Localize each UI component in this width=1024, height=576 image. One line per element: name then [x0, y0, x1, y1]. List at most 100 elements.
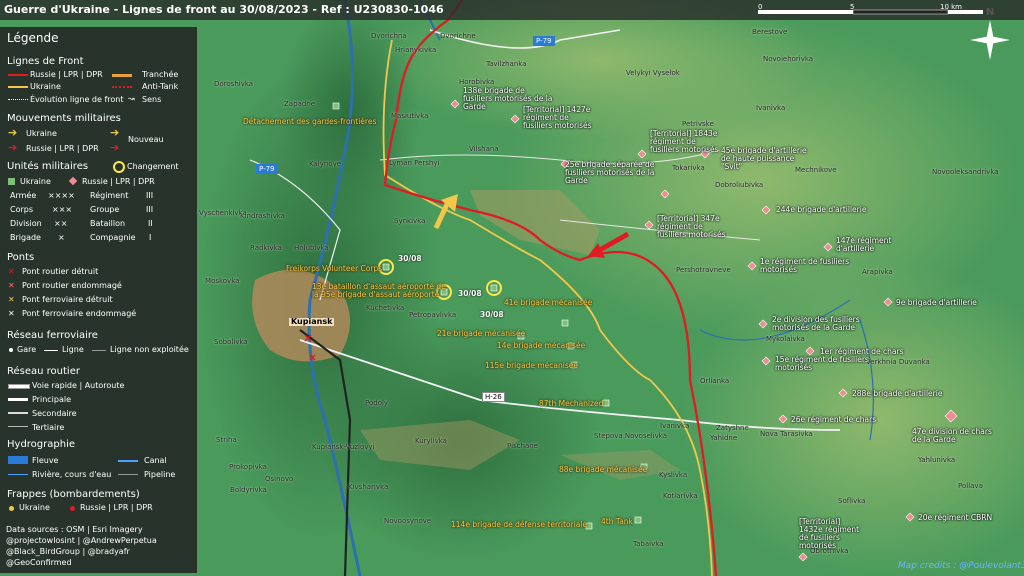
stream-swatch: [8, 474, 28, 475]
place-label: Novooleksandrivka: [932, 168, 999, 176]
russia-line-swatch: [8, 74, 28, 76]
evolution-swatch: [8, 99, 28, 100]
legend-roads-heading: Réseau routier: [7, 366, 80, 377]
place-label: Vilshana: [469, 145, 499, 153]
place-label: Hrianykivka: [395, 46, 437, 54]
city-label-kupiansk: Kupiansk: [289, 317, 335, 326]
ukraine-line-swatch: [8, 86, 28, 88]
legend-evolution: Évolution ligne de front: [30, 95, 124, 104]
rail-line-swatch: [44, 350, 58, 351]
legend-antitank: Anti-Tank: [142, 82, 179, 91]
legend-sens: Sens: [142, 95, 162, 104]
new-russia-arrow-icon: ➔: [110, 141, 120, 154]
place-label: Dobroliubivka: [715, 181, 764, 189]
rail-bridge-destroyed-icon: ✕: [8, 295, 15, 304]
place-label: Dvorichne: [440, 32, 476, 40]
russian-unit-label: 47e division de chars de la Garde: [912, 427, 992, 444]
place-label: Holubivka: [294, 244, 329, 252]
antitank-swatch: [112, 86, 132, 88]
ukrainian-unit-label: 13e bataillon d'assaut aéroporté de la 9…: [312, 282, 446, 299]
russia-unit-icon: [68, 176, 78, 186]
echelon-battalion: Bataillon: [90, 219, 126, 228]
place-label: Ivanivka: [660, 422, 690, 430]
secondary-road-swatch: [8, 412, 28, 414]
russian-unit-label: 25e brigade séparée de fusiliers motoris…: [565, 160, 655, 185]
echelon-brigade: Brigade: [10, 233, 41, 242]
legend-pipeline: Pipeline: [144, 470, 176, 479]
place-label: Mykolaivka: [766, 335, 805, 343]
place-label: Kalynove: [309, 160, 342, 168]
echelon-army: Armée: [10, 191, 37, 200]
place-label: Boldyrivka: [230, 486, 267, 494]
place-label: Dvorichna: [371, 32, 407, 40]
russian-unit-label: 288e brigade d'artillerie: [852, 389, 943, 398]
ukrainian-unit-label: 21e brigade mécanisée: [437, 329, 526, 338]
echelon-army-sym: ××××: [48, 191, 75, 200]
place-label: Tavilzhanka: [486, 60, 527, 68]
place-label: Sobolivka: [214, 338, 248, 346]
ukrainian-unit-label: 4th Tank: [601, 517, 633, 526]
source-line-0: Data sources : OSM | Esri Imagery: [6, 525, 143, 534]
place-label: Tabaivka: [633, 540, 664, 548]
scale-tick-5: 5: [850, 3, 855, 11]
russian-unit-label: 45e brigade d'artillerie de haute puissa…: [721, 146, 807, 171]
place-label: Pollava: [958, 482, 983, 490]
change-circle-icon: [113, 161, 125, 173]
place-label: Masiutivka: [391, 112, 429, 120]
russian-unit-label: 20e régiment CBRN: [918, 513, 993, 522]
legend-panel: Légende Lignes de Front Russie | LPR | D…: [0, 27, 197, 573]
ukraine-unit-icon: [8, 178, 15, 185]
place-label: Vyschenkivka: [199, 209, 247, 217]
ukrainian-unit-label: 88e brigade mécanisée: [559, 465, 648, 474]
place-label: Ivanivka: [756, 104, 786, 112]
place-label: Petrivske: [682, 120, 714, 128]
echelon-battalion-sym: II: [148, 219, 153, 228]
russian-unit-label: 26e régiment de chars: [791, 415, 877, 424]
place-label: Pischane: [507, 442, 538, 450]
legend-riviere: Rivière, cours d'eau: [32, 470, 112, 479]
place-label: Zapadne: [284, 100, 316, 108]
place-label: Stepova Novoselivka: [594, 432, 668, 440]
legend-russia-line: Russie | LPR | DPR: [30, 70, 103, 79]
echelon-corps-sym: ×××: [52, 205, 73, 214]
legend-bridge-0: Pont routier détruit: [22, 267, 99, 276]
road-shield-p79-west: P-79: [256, 164, 278, 174]
road-bridge-damaged-icon: ✕: [8, 281, 15, 290]
place-label: Yahidne: [710, 434, 738, 442]
river-major-swatch: [8, 456, 28, 464]
scale-tick-0: 0: [758, 3, 763, 11]
russian-unit-label: [Territorial] 1843e régiment de fusilier…: [650, 129, 719, 154]
legend-fleuve: Fleuve: [32, 456, 59, 465]
motorway-swatch: [8, 384, 30, 389]
place-label: Striha: [216, 436, 237, 444]
ukrainian-unit-label: 14e brigade mécanisée: [497, 341, 586, 350]
place-label: Doroshivka: [214, 80, 254, 88]
tertiary-road-swatch: [8, 426, 28, 427]
legend-road-0: Voie rapide | Autoroute: [32, 381, 125, 390]
canal-swatch: [118, 460, 138, 462]
place-label: Kuchetivka: [366, 304, 405, 312]
legend-strikes-heading: Frappes (bombardements): [7, 489, 140, 500]
place-label: Berestove: [752, 28, 788, 36]
place-label: Pershotravneve: [676, 266, 731, 274]
ukrainian-unit-label: 87th Mechanized: [539, 399, 604, 408]
legend-move-ukraine: Ukraine: [26, 129, 57, 138]
legend-gare: Gare: [17, 345, 37, 354]
map-title: Guerre d'Ukraine - Lignes de front au 30…: [4, 3, 444, 16]
legend-rail-heading: Réseau ferroviaire: [7, 330, 98, 341]
russian-unit-label: [Territorial] 1432e régiment de fusilier…: [799, 517, 860, 550]
echelon-company-sym: I: [149, 233, 152, 242]
legend-unused: Ligne non exploitée: [110, 345, 189, 354]
legend-unit-russia: Russie | LPR | DPR: [82, 177, 155, 186]
strike-ukraine-icon: [9, 506, 14, 511]
road-shield-p79-north: P-79: [533, 36, 555, 46]
echelon-division: Division: [10, 219, 42, 228]
place-label: Radkivka: [250, 244, 282, 252]
legend-ukraine-line: Ukraine: [30, 82, 61, 91]
echelon-regiment: Régiment: [90, 191, 129, 200]
trench-swatch: [112, 74, 132, 77]
place-label: Podoly: [365, 399, 389, 407]
map-credit: Map credits : @Poulevolant3: [898, 561, 1024, 571]
place-label: Moskovka: [205, 277, 240, 285]
place-label: Verkhnia Duvanka: [866, 358, 930, 366]
